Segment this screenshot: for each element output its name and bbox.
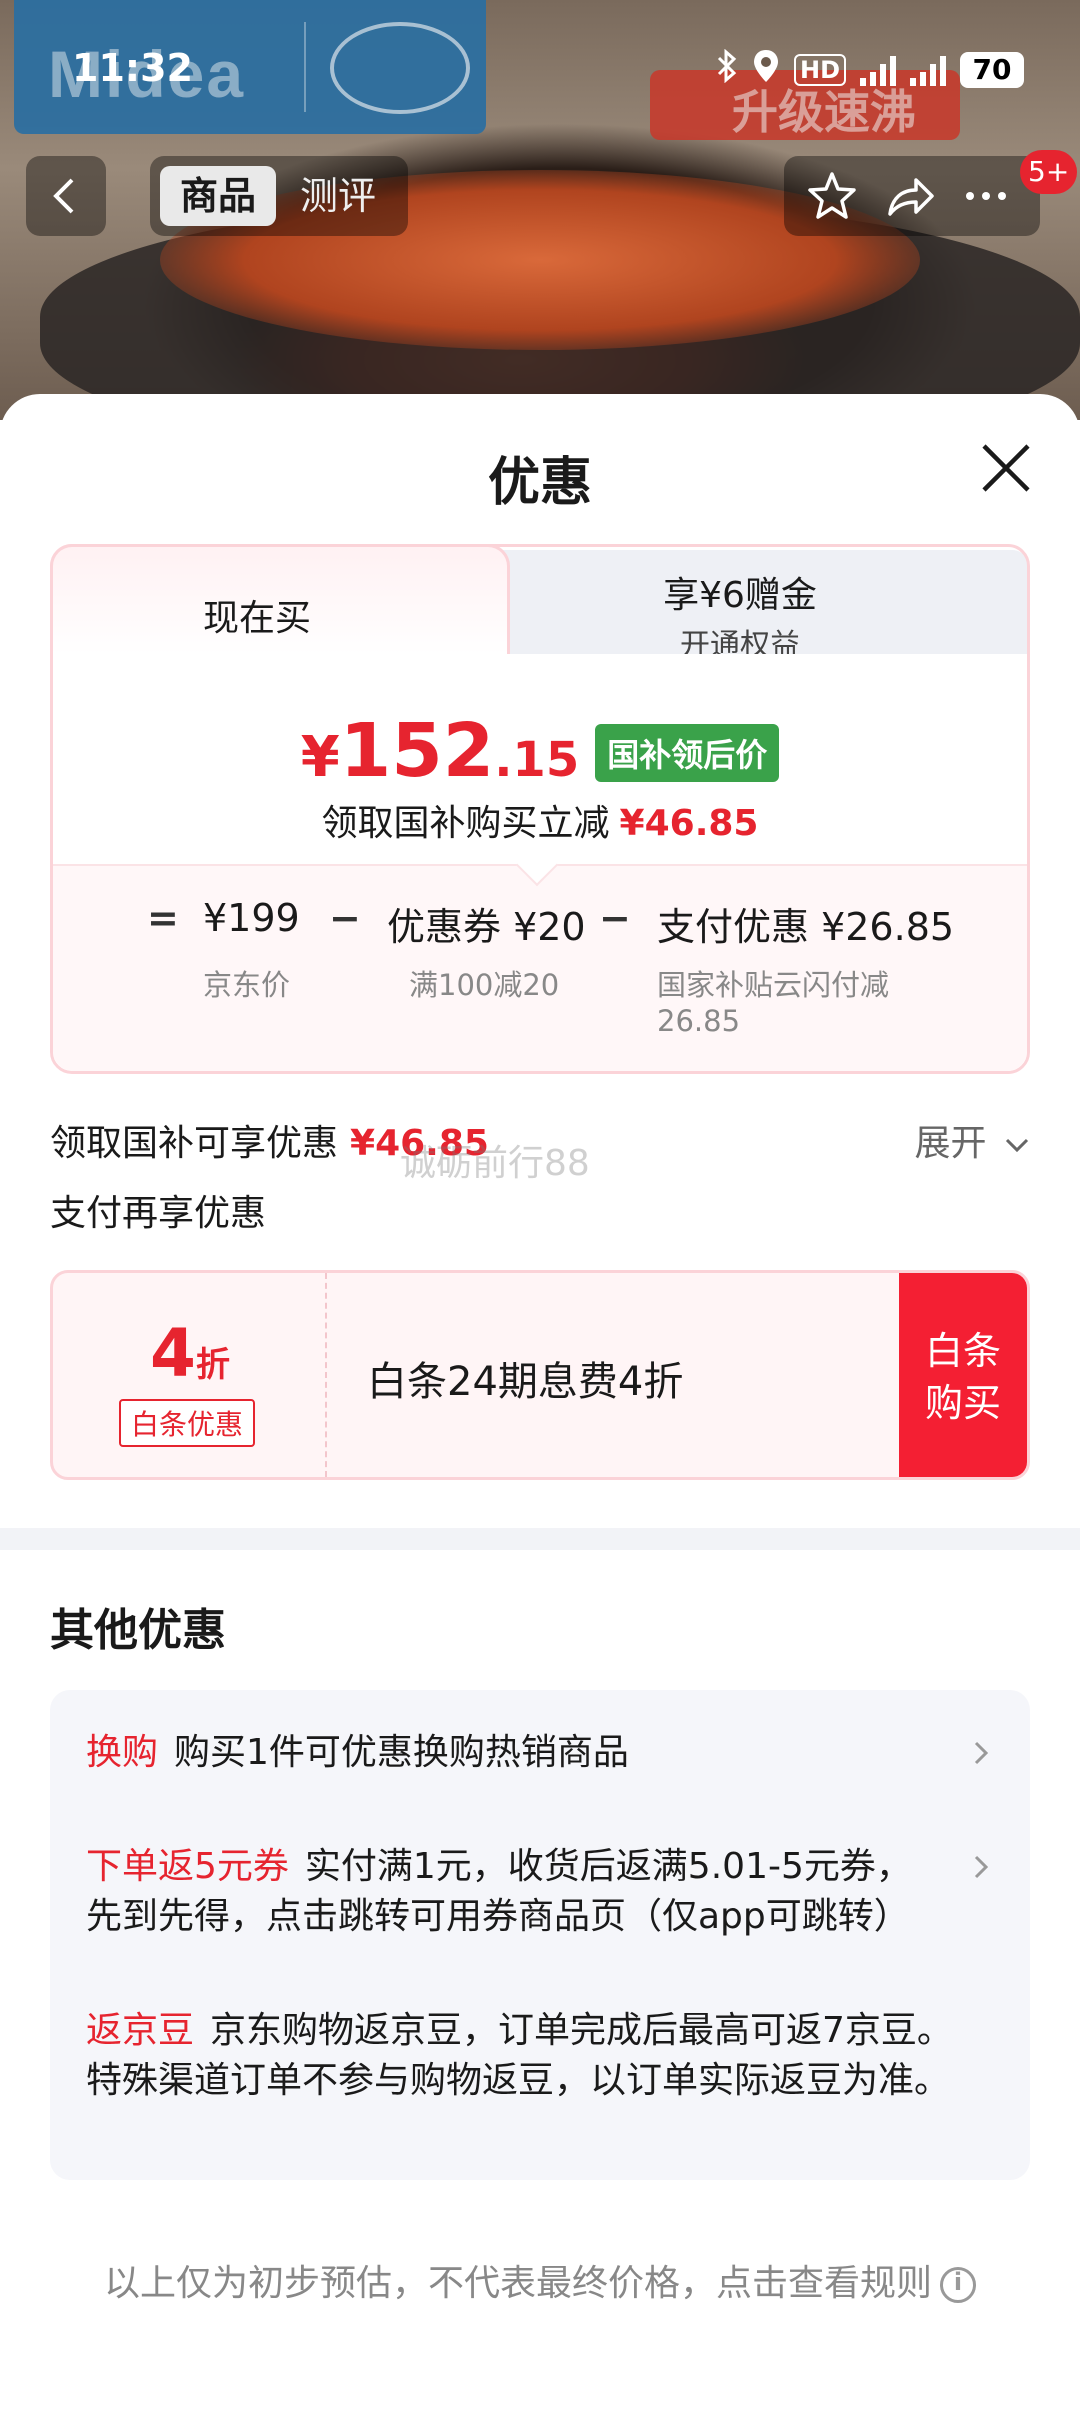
pay-discount: 支付优惠 ¥26.85 <box>657 905 955 949</box>
baitiao-buy-button[interactable]: 白条 购买 <box>899 1273 1027 1477</box>
star-icon[interactable] <box>806 170 858 222</box>
price-summary: ¥152.15 国补领后价 领取国补购买立减 ¥46.85 <box>53 654 1027 864</box>
expand-button[interactable]: 展开 <box>915 1114 1030 1166</box>
chevron-right-icon[interactable] <box>966 1738 996 1768</box>
price-breakdown: = ¥199 − 优惠券 ¥20 − 支付优惠 ¥26.85 京东价 满100减… <box>53 864 1027 1071</box>
share-icon[interactable] <box>884 170 936 222</box>
more-icon[interactable] <box>960 170 1012 222</box>
location-icon <box>752 48 780 92</box>
other-offers-title: 其他优惠 <box>50 1605 226 1656</box>
close-icon[interactable] <box>978 440 1034 496</box>
watermark: 诚砺前行88 <box>400 1143 590 1184</box>
status-time: 11:32 <box>72 46 193 90</box>
minus-sign: − <box>329 896 361 940</box>
baitiao-chip: 白条优惠 <box>119 1399 256 1447</box>
bluetooth-icon <box>716 48 738 91</box>
final-price: ¥152.15 <box>300 708 580 794</box>
nav-tabs: 商品 测评 <box>150 156 408 236</box>
signal-1-icon <box>860 54 896 86</box>
discount-sheet: 优惠 享¥6赠金 开通权益 ¥152.15 国补领后价 领取国补购买立减 ¥46.… <box>0 394 1080 2412</box>
tab-review[interactable]: 测评 <box>300 166 376 226</box>
jd-price: ¥199 <box>203 896 300 940</box>
signal-2-icon <box>910 54 946 86</box>
sheet-title: 优惠 <box>487 453 592 513</box>
other-offers-list: 换购 购买1件可优惠换购热销商品 下单返5元券 实付满1元，收货后返满5.01-5元… <box>50 1690 1030 2180</box>
nav-actions <box>784 156 1040 236</box>
tab-buy-now[interactable]: 现在买 <box>50 544 510 654</box>
baitiao-desc: 白条24期息费4折 <box>367 1359 684 1405</box>
coupon-label: 满100减20 <box>409 968 560 1002</box>
discount-rate: 4折 <box>150 1315 230 1392</box>
chevron-right-icon[interactable] <box>966 1852 996 1882</box>
back-button[interactable] <box>26 156 106 236</box>
minus-sign: − <box>599 896 631 940</box>
hd-icon: HD <box>793 54 846 86</box>
coupon-value: 优惠券 ¥20 <box>387 905 586 949</box>
gov-subsidy-tag: 国补领后价 <box>595 724 780 782</box>
jd-price-label: 京东价 <box>203 968 291 1002</box>
save-line: 领取国补购买立减 ¥46.85 <box>321 803 759 844</box>
tab-product[interactable]: 商品 <box>160 166 276 226</box>
pay-label: 国家补贴云闪付减 26.85 <box>657 968 890 1038</box>
chevron-left-icon <box>53 178 74 214</box>
baitiao-offer: 4折 白条优惠 白条24期息费4折 白条 购买 <box>50 1270 1030 1480</box>
offer-exchange[interactable]: 换购 购买1件可优惠换购热销商品 <box>86 1728 986 1778</box>
offer-coupon-return[interactable]: 下单返5元券 实付满1元，收货后返满5.01-5元券，先到先得，点击跳转可用券商品… <box>86 1842 946 1942</box>
price-card: 享¥6赠金 开通权益 ¥152.15 国补领后价 领取国补购买立减 ¥46.85 … <box>50 544 1030 1074</box>
rules-note[interactable]: 以上仅为初步预估，不代表最终价格，点击查看规则 <box>0 2254 1080 2306</box>
pay-offer-title: 支付再享优惠 <box>50 1193 267 1234</box>
chevron-down-icon <box>1005 1138 1029 1153</box>
offer-jd-beans: 返京豆 京东购物返京豆，订单完成后最高可返7京豆。特殊渠道订单不参与购物返豆，以订… <box>86 2010 953 2101</box>
notification-badge: 5+ <box>1020 150 1078 194</box>
equals-sign: = <box>147 896 179 940</box>
status-bar: 11:32 HD 70 <box>0 40 1080 104</box>
battery-icon: 70 <box>960 52 1024 88</box>
info-icon[interactable] <box>940 2267 976 2303</box>
